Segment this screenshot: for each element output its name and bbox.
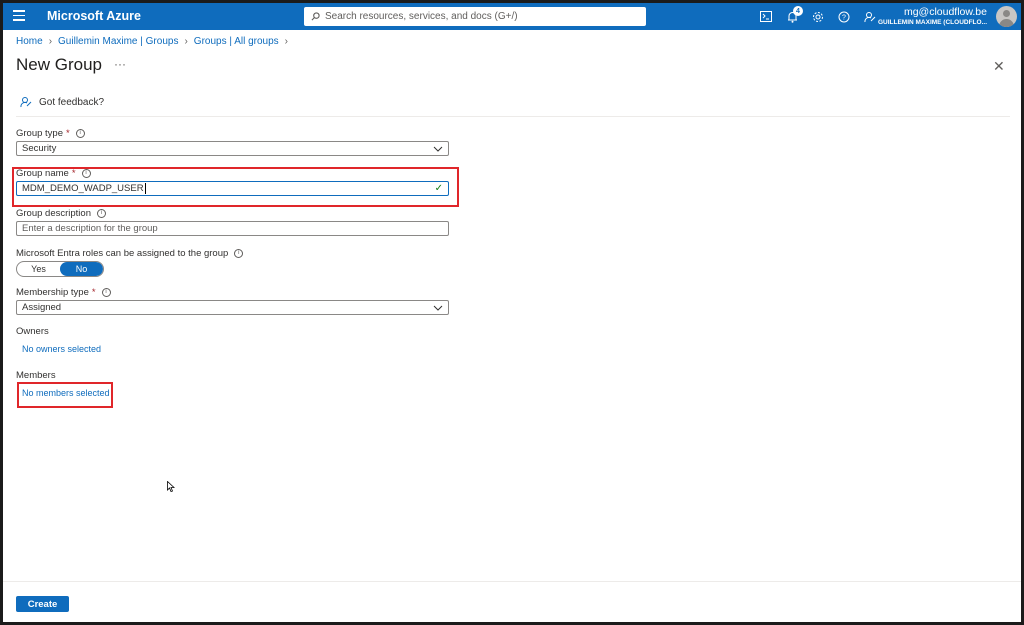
account-info[interactable]: mg@cloudflow.be GUILLEMIN MAXIME (CLOUDF… (878, 6, 987, 27)
close-icon[interactable]: ✕ (993, 58, 1005, 75)
svg-text:?: ? (842, 14, 846, 21)
highlight-box-group-name (12, 167, 459, 207)
feedback-label: Got feedback? (39, 96, 105, 108)
membership-type-value: Assigned (22, 302, 62, 313)
highlight-box-members (17, 382, 113, 408)
info-icon[interactable]: i (75, 129, 85, 138)
group-type-dropdown[interactable]: Security (16, 141, 449, 156)
required-mark: * (91, 287, 96, 298)
brand-title[interactable]: Microsoft Azure (47, 9, 141, 23)
portal-window: Microsoft Azure Search resources, servic… (3, 3, 1021, 622)
mouse-pointer-icon (167, 481, 175, 492)
notification-badge: 4 (793, 6, 803, 16)
footer-divider (3, 581, 1021, 582)
create-button[interactable]: Create (16, 596, 69, 612)
group-description-label: Group description i (16, 208, 106, 219)
search-placeholder: Search resources, services, and docs (G+… (325, 11, 518, 22)
search-box[interactable]: Search resources, services, and docs (G+… (304, 7, 646, 26)
breadcrumb: Home › Guillemin Maxime | Groups › Group… (16, 36, 294, 47)
required-mark: * (66, 128, 70, 139)
chevron-down-icon (433, 305, 443, 311)
search-icon (311, 12, 320, 21)
cloud-shell-icon[interactable] (753, 8, 779, 25)
entra-roles-toggle[interactable]: Yes No (16, 261, 104, 277)
page-title: New Group (16, 55, 102, 74)
group-type-label: Group type * i (16, 128, 85, 139)
entra-roles-label: Microsoft Entra roles can be assigned to… (16, 248, 244, 259)
help-icon[interactable]: ? (831, 8, 857, 25)
feedback-person-icon (20, 97, 32, 108)
group-description-input[interactable]: Enter a description for the group (16, 221, 449, 236)
toggle-yes[interactable]: Yes (17, 262, 60, 276)
top-bar: Microsoft Azure Search resources, servic… (3, 3, 1021, 30)
breadcrumb-home[interactable]: Home (16, 36, 43, 47)
group-type-value: Security (22, 143, 57, 154)
chevron-right-icon: › (184, 36, 188, 47)
owners-label: Owners (16, 326, 49, 337)
account-email: mg@cloudflow.be (903, 6, 987, 18)
menu-icon[interactable] (13, 10, 25, 22)
divider (16, 116, 1010, 117)
feedback-link[interactable]: Got feedback? (20, 96, 104, 108)
breadcrumb-all-groups[interactable]: Groups | All groups (194, 36, 279, 47)
settings-gear-icon[interactable] (805, 8, 831, 25)
membership-type-label: Membership type * i (16, 287, 111, 298)
chevron-right-icon: › (48, 36, 53, 47)
info-icon[interactable]: i (234, 249, 244, 258)
owners-link[interactable]: No owners selected (22, 344, 101, 354)
avatar[interactable] (996, 6, 1017, 27)
top-icons: 4 ? (753, 6, 883, 25)
more-options-button[interactable]: ··· (114, 57, 126, 71)
notifications-icon[interactable]: 4 (779, 6, 805, 25)
members-label: Members (16, 370, 56, 381)
membership-type-dropdown[interactable]: Assigned (16, 300, 449, 315)
group-description-placeholder: Enter a description for the group (22, 223, 158, 234)
info-icon[interactable]: i (96, 209, 106, 218)
account-tenant: GUILLEMIN MAXIME (CLOUDFLO... (877, 19, 987, 26)
chevron-right-icon: › (284, 36, 289, 47)
chevron-down-icon (433, 146, 443, 152)
toggle-no[interactable]: No (60, 262, 103, 276)
breadcrumb-groups[interactable]: Guillemin Maxime | Groups (58, 36, 178, 47)
info-icon[interactable]: i (101, 288, 111, 297)
